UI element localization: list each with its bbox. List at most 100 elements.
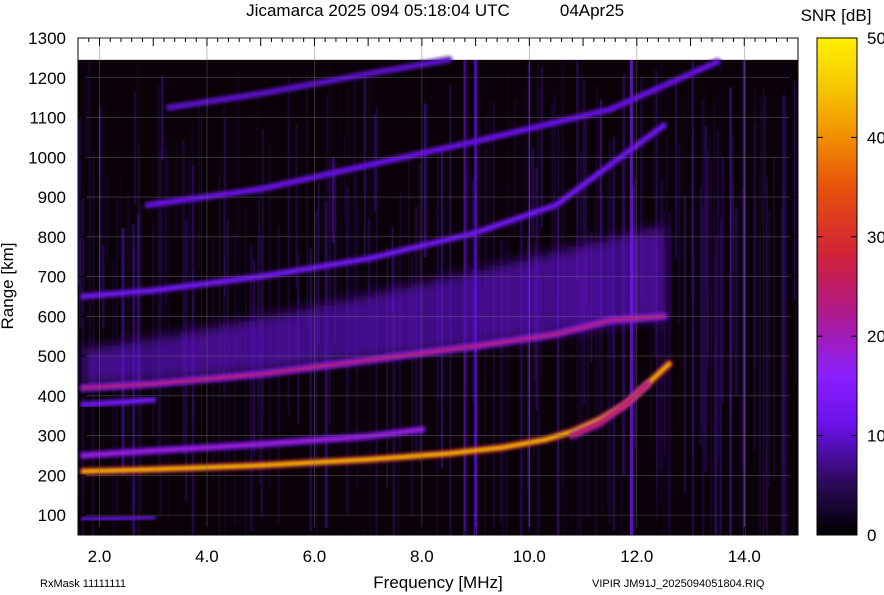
spread-cell <box>199 328 220 376</box>
noise-streak <box>704 126 708 473</box>
y-tick-label: 600 <box>38 307 66 326</box>
spread-cell <box>373 292 394 357</box>
ionogram-chart: Jicamarca 2025 094 05:18:04 UTC 04Apr25 … <box>0 1 884 592</box>
noise-streak <box>720 219 722 535</box>
spread-cell <box>315 304 336 364</box>
spread-cell <box>547 251 568 334</box>
plot-area: 2.0 4.0 6.0 8.0 10.0 12.0 14.0 100 200 300 400 500… <box>28 29 799 566</box>
noise-streak <box>200 114 202 467</box>
noise-streak <box>508 68 510 435</box>
spread-cell <box>296 308 317 366</box>
x-tick-label: 8.0 <box>410 547 434 566</box>
noise-streak <box>198 100 200 270</box>
noise-streak <box>423 103 427 258</box>
file-label: VIPIR JM91J_2025094051804.RIQ <box>592 578 765 590</box>
noise-streak <box>88 60 91 385</box>
noise-streak <box>665 91 668 184</box>
noise-streak <box>795 85 798 381</box>
spread-cell <box>238 320 259 372</box>
spread-cell <box>122 342 143 382</box>
x-tick-label: 12.0 <box>620 547 653 566</box>
data-layer <box>78 55 798 535</box>
spread-cell <box>102 345 123 384</box>
x-axis-label: Frequency [MHz] <box>373 573 502 592</box>
noise-streak <box>714 209 716 507</box>
noise-streak <box>596 84 598 535</box>
noise-streak <box>175 140 177 239</box>
spread-cell <box>83 348 104 384</box>
interference-line-1 <box>474 59 478 535</box>
colorbar-tick-label: 0 <box>867 526 876 545</box>
noise-streak <box>722 156 724 404</box>
noise-streak <box>344 137 346 223</box>
y-tick-label: 400 <box>38 387 66 406</box>
noise-streak <box>537 88 541 535</box>
spread-cell <box>644 228 665 320</box>
spread-cell <box>605 237 626 325</box>
spread-cell <box>450 274 472 347</box>
noise-streak <box>386 247 389 488</box>
noise-streak <box>758 238 762 535</box>
noise-streak <box>78 109 81 495</box>
noise-streak <box>182 140 185 456</box>
spread-cell <box>160 335 181 379</box>
rx-mask-label: RxMask 11111111 <box>40 578 126 590</box>
noise-streak <box>557 114 560 254</box>
noise-streak <box>683 195 686 494</box>
noise-streak <box>489 101 491 233</box>
noise-streak <box>773 155 775 481</box>
noise-streak <box>249 244 253 532</box>
noise-streak <box>738 191 741 535</box>
noise-streak <box>612 136 615 531</box>
spread-cell <box>276 312 298 368</box>
noise-streak <box>579 152 582 535</box>
noise-streak <box>237 72 239 334</box>
noise-streak <box>692 118 694 323</box>
y-tick-label: 1000 <box>28 148 66 167</box>
noise-streak <box>753 89 756 342</box>
y-tick-label: 1300 <box>28 29 66 48</box>
noise-streak <box>674 79 678 259</box>
colorbar-tick-label: 10 <box>867 427 884 446</box>
y-tick-label: 1100 <box>29 109 66 128</box>
noise-streak <box>85 75 88 156</box>
x-tick-label: 4.0 <box>195 547 219 566</box>
echo-trace-8 <box>78 512 158 524</box>
date-label: 04Apr25 <box>560 1 624 20</box>
colorbar-label: SNR [dB] <box>801 6 872 25</box>
noise-streak <box>306 74 309 325</box>
noise-streak <box>694 255 696 451</box>
noise-streak <box>316 218 318 535</box>
noise-streak <box>768 212 770 487</box>
spread-cell <box>567 247 588 331</box>
y-tick-label: 200 <box>38 466 66 485</box>
spread-cell <box>625 232 646 323</box>
noise-streak <box>707 149 709 370</box>
noise-streak <box>531 147 534 237</box>
noise-streak <box>540 66 543 228</box>
noise-streak <box>435 201 438 535</box>
noise-streak <box>677 143 681 323</box>
y-tick-label: 100 <box>38 506 66 525</box>
spread-cell <box>180 332 201 378</box>
y-tick-label: 900 <box>38 188 66 207</box>
colorbar-tick-label: 40 <box>867 128 884 147</box>
noise-streak <box>164 132 166 476</box>
noise-streak <box>295 125 298 290</box>
noise-streak <box>133 248 135 535</box>
noise-streak <box>601 187 604 512</box>
colorbar-scale <box>816 37 858 536</box>
echo-trace-7 <box>78 395 158 410</box>
spread-cell <box>354 296 375 359</box>
spread-cell <box>412 283 433 352</box>
noise-streak <box>120 172 122 437</box>
spread-cell <box>528 256 549 337</box>
colorbar-tick-label: 30 <box>867 228 884 247</box>
noise-streak <box>224 254 226 535</box>
x-tick-label: 14.0 <box>728 547 761 566</box>
noise-streak <box>244 208 247 535</box>
noise-streak <box>716 130 719 462</box>
noise-streak <box>134 90 136 206</box>
noise-streak <box>112 259 115 535</box>
spread-cell <box>489 265 510 342</box>
